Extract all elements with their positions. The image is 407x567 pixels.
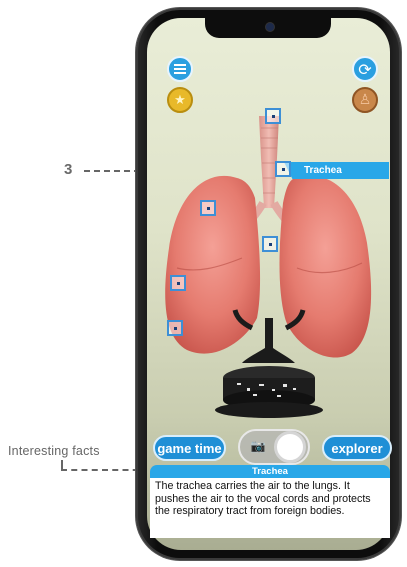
menu-button[interactable] bbox=[167, 56, 193, 82]
coin-button[interactable]: ★ bbox=[167, 87, 193, 113]
fact-panel-title: Trachea bbox=[150, 465, 390, 478]
hotspot-marker[interactable] bbox=[265, 108, 281, 124]
menu-icon bbox=[174, 68, 186, 70]
body-icon: ♙ bbox=[358, 92, 372, 108]
hotspot-marker[interactable] bbox=[262, 236, 278, 252]
interesting-facts-label: Interesting facts bbox=[8, 444, 100, 458]
body-model-button[interactable]: ♙ bbox=[352, 87, 378, 113]
fact-panel-text: The trachea carries the air to the lungs… bbox=[150, 478, 390, 538]
explorer-button[interactable]: explorer bbox=[322, 435, 392, 461]
trachea-label-tag: Trachea bbox=[284, 162, 389, 179]
hotspot-marker[interactable] bbox=[200, 200, 216, 216]
game-time-button[interactable]: game time bbox=[153, 435, 226, 461]
coin-icon: ★ bbox=[174, 92, 186, 108]
front-camera bbox=[266, 23, 274, 31]
refresh-button[interactable]: ⟳ bbox=[352, 56, 378, 82]
hotspot-marker[interactable] bbox=[170, 275, 186, 291]
refresh-icon: ⟳ bbox=[358, 59, 372, 79]
hotspot-marker-trachea[interactable] bbox=[275, 161, 291, 177]
shutter-button[interactable] bbox=[274, 431, 306, 463]
camera-icon[interactable]: 📷 bbox=[250, 438, 266, 454]
callout-number: 3 bbox=[64, 161, 73, 178]
hotspot-marker[interactable] bbox=[167, 320, 183, 336]
